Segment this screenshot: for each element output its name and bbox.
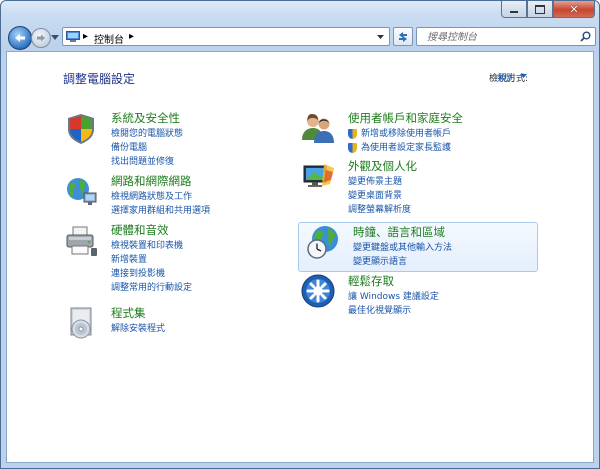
category-link[interactable]: 解除安裝程式 [111, 322, 165, 336]
maximize-icon [535, 4, 545, 14]
minimize-icon [510, 10, 518, 13]
category-link[interactable]: 新增裝置 [111, 253, 192, 267]
category-title[interactable]: 硬體和音效 [111, 222, 169, 238]
category-link[interactable]: 讓 Windows 建議設定 [348, 290, 439, 304]
close-button[interactable]: ✕ [553, 1, 595, 18]
category-title[interactable]: 程式集 [111, 305, 146, 321]
recent-pages-chevron-icon[interactable] [51, 33, 59, 41]
category-user-accounts: 使用者帳戶和家庭安全 新增或移除使用者帳戶 為使用者設定家長監護 [300, 110, 530, 156]
category-link[interactable]: 調整常用的行動設定 [111, 281, 192, 295]
category-link[interactable]: 檢視裝置和印表機 [111, 239, 192, 253]
category-link[interactable]: 最佳化視覺顯示 [348, 304, 439, 318]
shield-icon[interactable] [63, 110, 99, 146]
search-input[interactable] [425, 29, 577, 46]
ease-of-access-icon[interactable] [300, 273, 336, 309]
programs-icon[interactable] [63, 305, 99, 341]
forward-button[interactable] [31, 28, 51, 48]
category-title[interactable]: 時鐘、語言和區域 [353, 224, 445, 240]
category-ease-of-access: 輕鬆存取 讓 Windows 建議設定 最佳化視覺顯示 [300, 273, 530, 319]
breadcrumb-separator-icon: ▸ [83, 31, 89, 42]
category-link[interactable]: 找出問題並修復 [111, 155, 183, 169]
network-globe-icon[interactable] [63, 173, 99, 209]
category-link[interactable]: 檢閱您的電腦狀態 [111, 127, 183, 141]
view-by-chevron-icon[interactable] [520, 74, 527, 78]
close-icon: ✕ [569, 2, 579, 16]
refresh-icon [399, 31, 407, 42]
category-link[interactable]: 備份電腦 [111, 141, 183, 155]
back-button[interactable] [8, 26, 32, 50]
category-link[interactable]: 調整螢幕解析度 [348, 203, 411, 217]
search-box[interactable] [416, 27, 596, 46]
users-icon[interactable] [300, 110, 336, 146]
category-link[interactable]: 變更鍵盤或其他輸入方法 [353, 241, 452, 255]
category-network-internet: 網路和網際網路 檢視網路狀態及工作 選擇家用群組和共用選項 [63, 173, 283, 219]
forward-arrow-icon [37, 34, 45, 42]
category-link[interactable]: 變更佈景主題 [348, 175, 411, 189]
category-hardware-sound: 硬體和音效 檢視裝置和印表機 新增裝置 連接到投影機 調整常用的行動設定 [63, 222, 283, 294]
category-clock-language-region: 時鐘、語言和區域 變更鍵盤或其他輸入方法 變更顯示語言 [305, 224, 530, 270]
clock-globe-icon[interactable] [305, 224, 341, 260]
page-title: 調整電腦設定 [63, 72, 136, 86]
category-title[interactable]: 使用者帳戶和家庭安全 [348, 110, 463, 126]
search-icon[interactable] [580, 31, 591, 42]
category-title[interactable]: 輕鬆存取 [348, 273, 394, 289]
category-link[interactable]: 選擇家用群組和共用選項 [111, 204, 210, 218]
category-title[interactable]: 外觀及個人化 [348, 158, 417, 174]
display-icon[interactable] [300, 158, 336, 194]
caption-buttons: ✕ [501, 1, 595, 18]
category-system-security: 系統及安全性 檢閱您的電腦狀態 備份電腦 找出問題並修復 [63, 110, 283, 170]
category-link[interactable]: 變更桌面背景 [348, 189, 411, 203]
category-appearance: 外觀及個人化 變更佈景主題 變更桌面背景 調整螢幕解析度 [300, 158, 530, 218]
category-title[interactable]: 系統及安全性 [111, 110, 180, 126]
maximize-button[interactable] [527, 1, 553, 18]
address-dropdown-button[interactable] [373, 29, 387, 44]
breadcrumb-separator-icon[interactable]: ▸ [129, 31, 134, 42]
category-link[interactable]: 變更顯示語言 [353, 255, 452, 269]
category-link[interactable]: 檢視網路狀態及工作 [111, 190, 210, 204]
minimize-button[interactable] [501, 1, 527, 18]
breadcrumb-control-panel[interactable]: 控制台 [94, 31, 124, 46]
back-arrow-icon [15, 34, 25, 42]
chevron-down-icon [376, 34, 384, 39]
refresh-button[interactable] [393, 27, 413, 46]
category-link[interactable]: 新增或移除使用者帳戶 [348, 127, 451, 141]
category-programs: 程式集 解除安裝程式 [63, 305, 283, 345]
printer-icon[interactable] [63, 222, 99, 258]
category-title[interactable]: 網路和網際網路 [111, 173, 192, 189]
address-bar[interactable]: ▸ 控制台 ▸ [62, 27, 390, 46]
view-by-dropdown[interactable]: 類別 [497, 71, 515, 84]
control-panel-small-icon [66, 31, 80, 42]
category-link[interactable]: 為使用者設定家長監護 [348, 141, 451, 155]
category-link[interactable]: 連接到投影機 [111, 267, 192, 281]
